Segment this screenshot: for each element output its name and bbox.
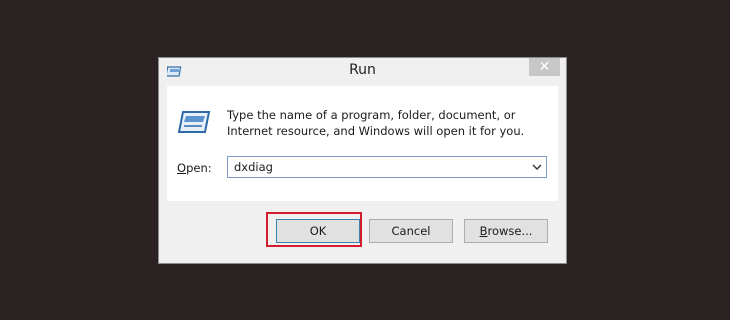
open-label-text: pen: — [186, 161, 212, 175]
chevron-down-icon[interactable] — [532, 162, 542, 172]
run-icon — [177, 111, 211, 133]
desktop-background: Run ✕ Type the name of a program, folder… — [0, 0, 730, 320]
window-title: Run — [349, 62, 376, 78]
browse-button[interactable]: Browse... — [464, 219, 548, 243]
title-bar: Run ✕ — [159, 58, 566, 86]
run-dialog: Run ✕ Type the name of a program, folder… — [158, 57, 567, 264]
browse-label: rowse... — [487, 224, 533, 238]
close-button[interactable]: ✕ — [529, 58, 560, 76]
cancel-button[interactable]: Cancel — [369, 219, 453, 243]
close-icon: ✕ — [538, 59, 551, 75]
open-label: Open: — [177, 161, 212, 175]
open-input[interactable]: dxdiag — [234, 160, 273, 174]
open-combobox[interactable]: dxdiag — [227, 156, 547, 178]
open-label-accelerator: O — [177, 161, 187, 175]
ok-button[interactable]: OK — [276, 219, 360, 243]
content-panel: Type the name of a program, folder, docu… — [167, 86, 558, 201]
instruction-text: Type the name of a program, folder, docu… — [227, 108, 525, 138]
